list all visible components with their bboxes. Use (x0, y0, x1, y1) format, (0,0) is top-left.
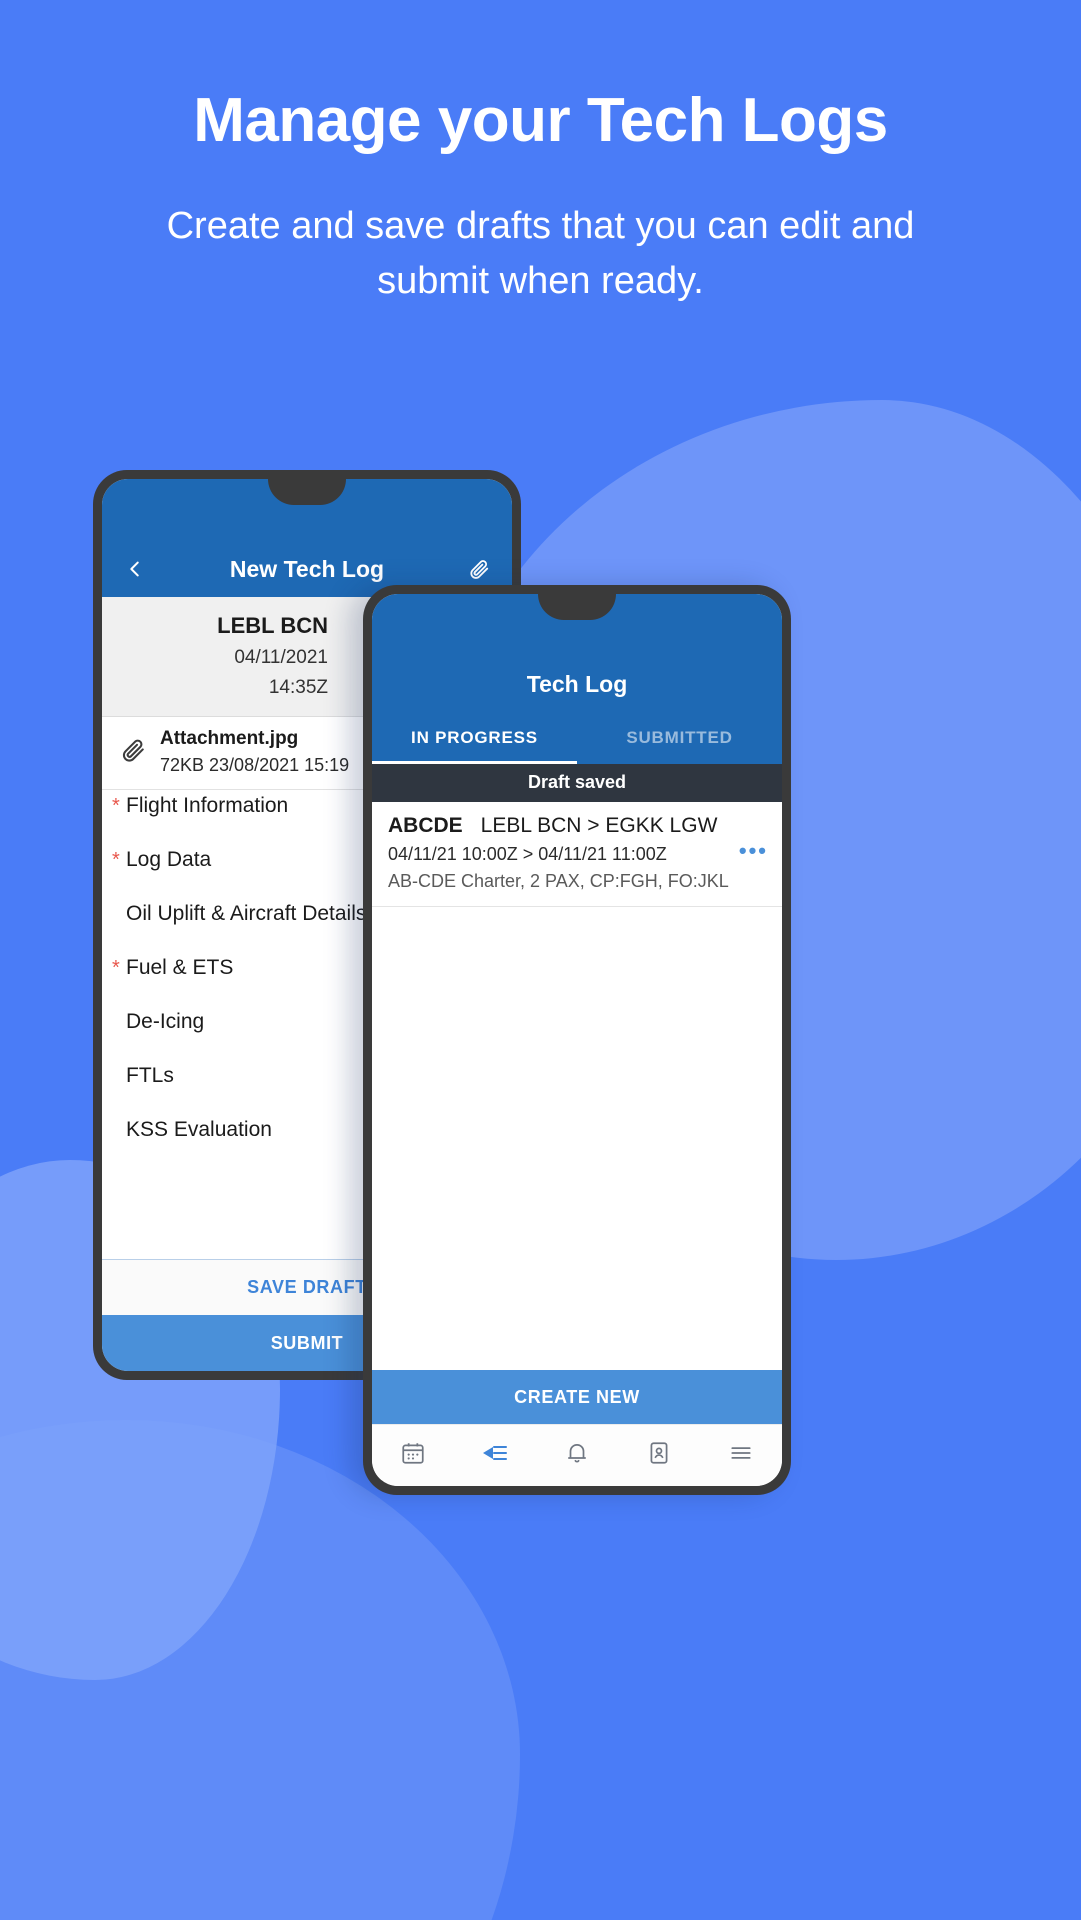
phone-front-screen: Tech Log IN PROGRESS SUBMITTED Draft sav… (372, 594, 782, 1486)
nav-item-notifications[interactable] (536, 1440, 618, 1471)
promo-text-block: Manage your Tech Logs Create and save dr… (0, 86, 1081, 309)
chevron-left-icon[interactable] (116, 550, 154, 588)
log-route: LEBL BCN > EGKK LGW (480, 814, 718, 837)
menu-icon (728, 1440, 754, 1471)
section-label: Oil Uplift & Aircraft Details (126, 902, 367, 926)
appbar-row: Tech Log (372, 656, 782, 712)
paperclip-icon (120, 737, 146, 768)
paperclip-icon[interactable] (460, 550, 498, 588)
nav-item-calendar[interactable] (372, 1440, 454, 1471)
page-title: Tech Log (526, 670, 628, 697)
list-item[interactable]: ABCDE LEBL BCN > EGKK LGW 04/11/21 10:00… (372, 802, 782, 907)
attachment-meta: 72KB 23/08/2021 15:19 (160, 754, 350, 775)
flight-route: LEBL BCN (217, 613, 328, 638)
calendar-icon (400, 1440, 426, 1471)
phone-tech-log-list: Tech Log IN PROGRESS SUBMITTED Draft sav… (363, 585, 791, 1495)
flight-summary-left: LEBL BCN 04/11/2021 14:35Z (120, 609, 334, 702)
section-label: Fuel & ETS (126, 956, 234, 980)
bell-icon (564, 1440, 590, 1471)
log-row-header: ABCDE LEBL BCN > EGKK LGW (388, 814, 766, 838)
draft-saved-snackbar: Draft saved (372, 764, 782, 802)
section-label: Log Data (126, 848, 212, 872)
tech-log-list: ABCDE LEBL BCN > EGKK LGW 04/11/21 10:00… (372, 802, 782, 1370)
section-label: KSS Evaluation (126, 1118, 272, 1142)
create-new-button[interactable]: CREATE NEW (372, 1370, 782, 1424)
section-label: De-Icing (126, 1010, 205, 1034)
flight-date: 04/11/2021 (234, 647, 328, 669)
log-times: 04/11/21 10:00Z > 04/11/21 11:00Z (388, 844, 667, 864)
promo-headline: Manage your Tech Logs (193, 86, 888, 155)
page-title: New Tech Log (229, 555, 385, 582)
nav-item-menu[interactable] (700, 1440, 782, 1471)
tab-submitted[interactable]: SUBMITTED (577, 712, 782, 764)
required-asterisk: * (112, 957, 120, 980)
tab-bar: IN PROGRESS SUBMITTED (372, 712, 782, 764)
bottom-navigation (372, 1424, 782, 1486)
promo-subheadline: Create and save drafts that you can edit… (166, 204, 915, 303)
id-card-icon (646, 1440, 672, 1471)
section-label: FTLs (126, 1064, 174, 1088)
tech-log-icon (481, 1440, 509, 1471)
attachment-texts: Attachment.jpg 72KB 23/08/2021 15:19 (160, 727, 349, 777)
tab-in-progress[interactable]: IN PROGRESS (372, 712, 577, 764)
overflow-menu-icon[interactable]: ••• (739, 840, 768, 862)
nav-item-id-card[interactable] (618, 1440, 700, 1471)
flight-time: 14:35Z (268, 676, 328, 698)
nav-item-tech-log[interactable] (454, 1440, 536, 1471)
required-asterisk: * (112, 795, 120, 818)
aircraft-registration: ABCDE (388, 814, 463, 837)
log-details: AB-CDE Charter, 2 PAX, CP:FGH, FO:JKL (388, 871, 729, 891)
required-asterisk: * (112, 849, 120, 872)
section-label: Flight Information (126, 794, 289, 818)
attachment-filename: Attachment.jpg (160, 727, 299, 749)
